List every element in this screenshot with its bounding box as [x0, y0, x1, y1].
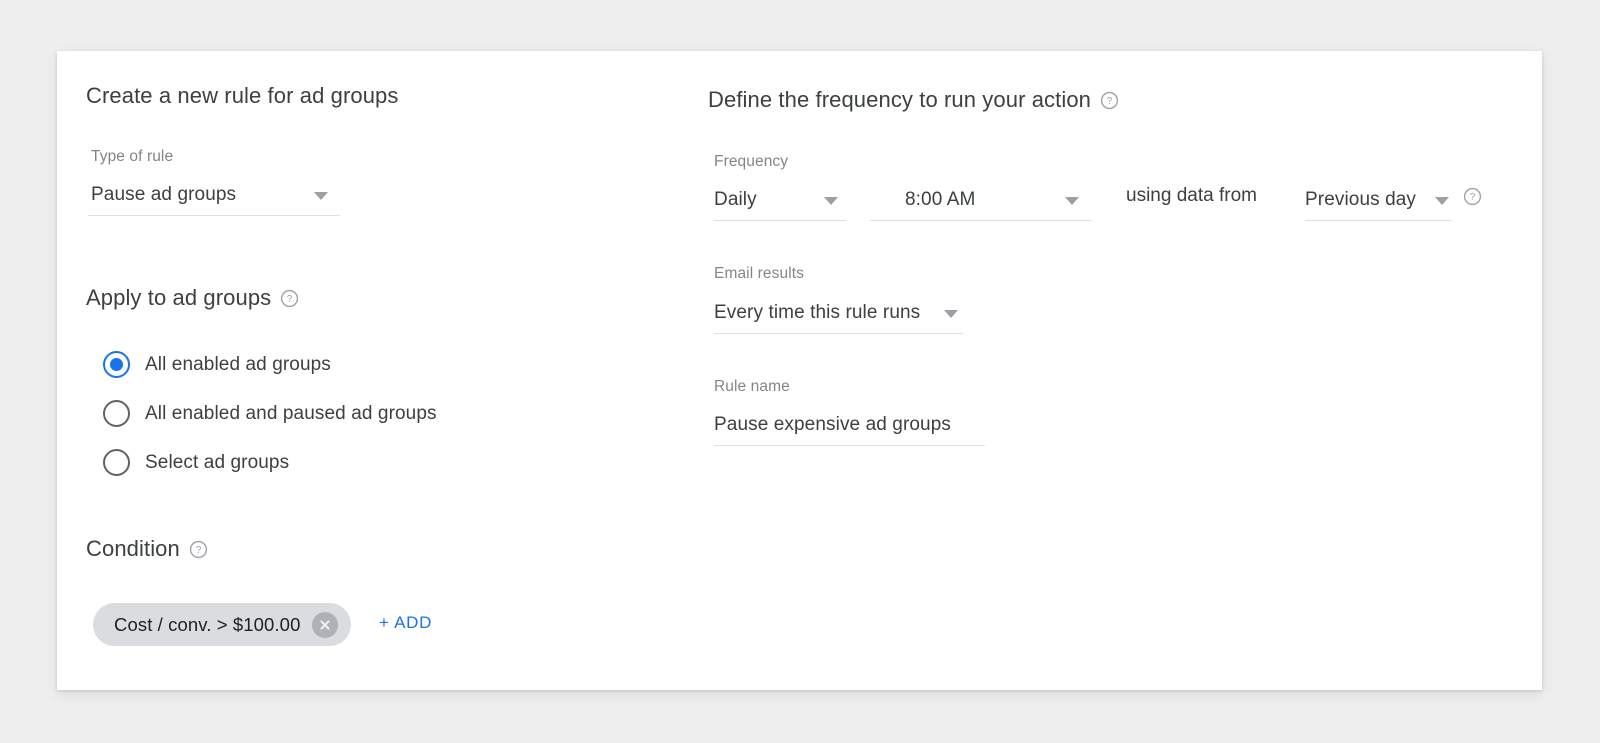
page-root: Create a new rule for ad groups Type of … — [0, 0, 1600, 743]
rule-name-input[interactable]: Pause expensive ad groups — [714, 402, 985, 446]
frequency-time-value: 8:00 AM — [905, 189, 976, 210]
radio-label: All enabled ad groups — [145, 353, 331, 375]
chevron-down-icon — [944, 310, 958, 318]
chevron-down-icon — [824, 197, 838, 205]
rule-editor-card: Create a new rule for ad groups Type of … — [57, 51, 1542, 690]
radio-indicator[interactable] — [103, 449, 130, 476]
frequency-interval-select[interactable]: Daily — [714, 177, 846, 221]
apply-to-ad-groups-heading: Apply to ad groups ? — [86, 285, 299, 311]
frequency-section-title: Define the frequency to run your action — [708, 87, 1092, 112]
frequency-section-heading: Define the frequency to run your action … — [708, 87, 1119, 113]
rule-name-value: Pause expensive ad groups — [714, 414, 951, 435]
help-circle-icon[interactable]: ? — [1100, 91, 1119, 110]
chevron-down-icon — [1435, 197, 1449, 205]
radio-option-all-enabled-and-paused[interactable]: All enabled and paused ad groups — [103, 400, 437, 427]
condition-heading: Condition ? — [86, 536, 208, 562]
radio-indicator[interactable] — [103, 351, 130, 378]
radio-label: All enabled and paused ad groups — [145, 402, 437, 424]
radio-label: Select ad groups — [145, 451, 290, 473]
help-circle-icon[interactable]: ? — [280, 289, 299, 308]
svg-text:?: ? — [196, 545, 202, 556]
email-results-select[interactable]: Every time this rule runs — [714, 290, 963, 334]
email-results-value: Every time this rule runs — [714, 302, 921, 323]
rule-name-label: Rule name — [714, 378, 790, 395]
radio-option-select-ad-groups[interactable]: Select ad groups — [103, 449, 289, 476]
frequency-interval-value: Daily — [714, 189, 757, 210]
help-circle-icon[interactable]: ? — [189, 540, 208, 559]
page-title: Create a new rule for ad groups — [86, 83, 399, 109]
condition-chip[interactable]: Cost / conv. > $100.00 — [93, 603, 352, 646]
type-of-rule-select[interactable]: Pause ad groups — [88, 172, 340, 216]
type-of-rule-value: Pause ad groups — [91, 184, 237, 205]
type-of-rule-label: Type of rule — [91, 148, 174, 165]
page-title-text: Create a new rule for ad groups — [86, 83, 399, 108]
chevron-down-icon — [314, 192, 328, 200]
chevron-down-icon — [1065, 197, 1079, 205]
radio-indicator[interactable] — [103, 400, 130, 427]
frequency-time-select[interactable]: 8:00 AM — [870, 177, 1092, 221]
using-data-from-text: using data from — [1126, 185, 1257, 206]
radio-option-all-enabled[interactable]: All enabled ad groups — [103, 351, 331, 378]
close-circle-icon[interactable] — [312, 611, 339, 638]
email-results-label: Email results — [714, 265, 805, 282]
data-from-value: Previous day — [1305, 189, 1417, 210]
condition-title: Condition — [86, 536, 180, 561]
add-condition-button[interactable]: + ADD — [379, 613, 432, 633]
data-from-select[interactable]: Previous day — [1305, 177, 1452, 221]
svg-text:?: ? — [1470, 192, 1476, 203]
svg-text:?: ? — [287, 294, 293, 305]
apply-to-ad-groups-title: Apply to ad groups — [86, 285, 272, 310]
condition-chip-label: Cost / conv. > $100.00 — [114, 613, 301, 635]
frequency-label: Frequency — [714, 153, 789, 170]
svg-text:?: ? — [1107, 96, 1113, 107]
help-circle-icon[interactable]: ? — [1463, 187, 1482, 206]
